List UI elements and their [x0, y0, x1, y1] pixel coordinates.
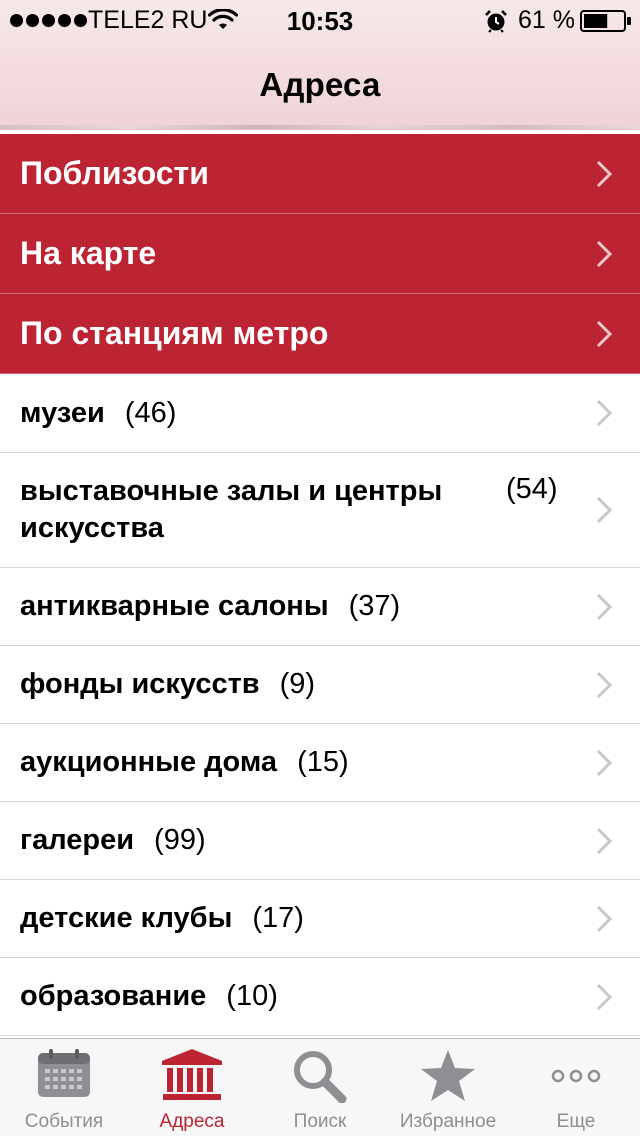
battery-icon — [580, 10, 631, 32]
tab-search[interactable]: Поиск — [256, 1039, 384, 1136]
section-label: Поблизости — [20, 155, 209, 191]
tab-events[interactable]: События — [0, 1039, 128, 1136]
navigation-header: TELE2 RU 10:53 61 % Адреса — [0, 0, 640, 130]
category-label: музеи — [20, 396, 105, 429]
category-row-museums[interactable]: музеи (46) — [0, 374, 640, 453]
category-label: детские клубы — [20, 902, 233, 934]
category-row-galleries[interactable]: галереи (99) — [0, 802, 640, 880]
chevron-right-icon — [596, 240, 612, 267]
category-count: (99) — [154, 824, 206, 856]
category-row-antique-salons[interactable]: антикварные салоны (37) — [0, 568, 640, 646]
section-label: На карте — [20, 235, 157, 271]
chevron-right-icon — [596, 749, 612, 776]
status-bar: TELE2 RU 10:53 61 % — [0, 0, 640, 40]
section-on-map[interactable]: На карте — [0, 214, 640, 294]
tab-label: Адреса — [159, 1111, 225, 1132]
more-icon — [551, 1069, 601, 1083]
tab-label: Избранное — [399, 1111, 497, 1132]
header-image-strip — [0, 125, 640, 129]
calendar-icon — [38, 1049, 90, 1097]
category-label: образование — [20, 980, 207, 1012]
tab-label: Еще — [556, 1111, 596, 1132]
star-icon — [421, 1050, 475, 1101]
category-count: (15) — [297, 746, 349, 778]
category-count: (9) — [279, 668, 316, 700]
category-label: аукционные дома — [20, 746, 278, 778]
category-count: (17) — [252, 902, 304, 934]
section-metro-stations[interactable]: По станциям метро — [0, 294, 640, 374]
section-nearby[interactable]: Поблизости — [0, 134, 640, 214]
chevron-right-icon — [596, 983, 612, 1010]
chevron-right-icon — [596, 905, 612, 932]
category-row-exhibition-halls[interactable]: выставочные залы и центры искусства (54) — [0, 453, 640, 568]
chevron-right-icon — [596, 496, 612, 524]
tab-more[interactable]: Еще — [512, 1039, 640, 1136]
section-label: По станциям метро — [20, 315, 329, 351]
chevron-right-icon — [596, 827, 612, 854]
chevron-right-icon — [596, 593, 612, 620]
category-row-auction-houses[interactable]: аукционные дома (15) — [0, 724, 640, 802]
category-count: (54) — [506, 473, 558, 505]
battery-percentage: 61 % — [518, 6, 575, 34]
category-label: выставочные залы и центры искусства — [20, 475, 443, 544]
category-count: (37) — [348, 590, 401, 622]
tab-addresses[interactable]: Адреса — [128, 1039, 256, 1136]
search-icon — [294, 1051, 347, 1103]
category-label: галереи — [20, 824, 135, 856]
page-title: Адреса — [259, 66, 381, 103]
alarm-icon — [485, 10, 507, 33]
tab-bar: События Адреса Поиск Избранное Еще — [0, 1038, 640, 1136]
category-count: (46) — [124, 396, 177, 429]
chevron-right-icon — [596, 399, 612, 427]
tab-label: События — [24, 1111, 104, 1132]
category-row-art-funds[interactable]: фонды искусств (9) — [0, 646, 640, 724]
category-row-education[interactable]: образование (10) — [0, 958, 640, 1036]
category-count: (10) — [226, 980, 278, 1012]
chevron-right-icon — [596, 320, 612, 347]
category-label: антикварные салоны — [20, 590, 329, 622]
category-row-kids-clubs[interactable]: детские клубы (17) — [0, 880, 640, 958]
chevron-right-icon — [596, 160, 612, 187]
tab-favorites[interactable]: Избранное — [384, 1039, 512, 1136]
category-label: фонды искусств — [20, 668, 260, 700]
address-list: Поблизости На карте По станциям метро му… — [0, 134, 640, 1036]
chevron-right-icon — [596, 671, 612, 698]
building-icon — [162, 1049, 222, 1100]
tab-label: Поиск — [293, 1111, 347, 1132]
